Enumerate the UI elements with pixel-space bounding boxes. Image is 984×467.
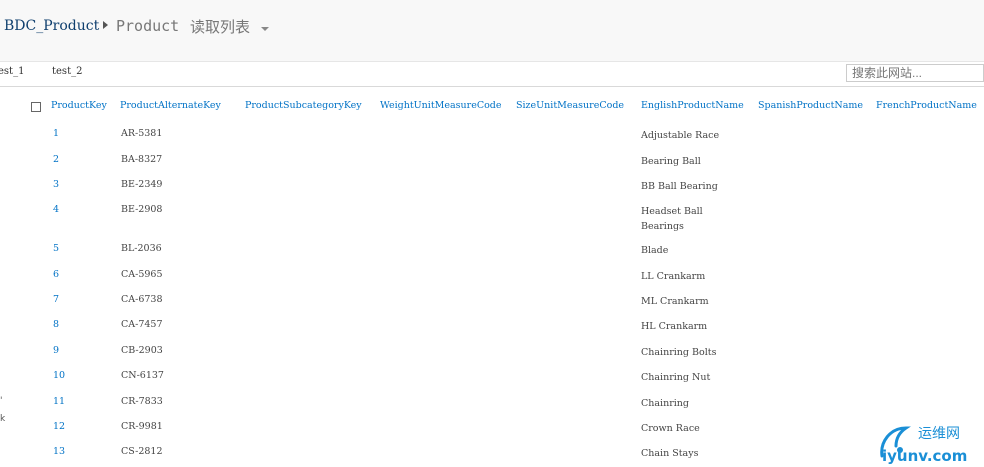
english-name: Blade (641, 245, 669, 256)
product-key-link[interactable]: 11 (53, 396, 65, 407)
select-all-checkbox[interactable] (31, 102, 41, 112)
search-input[interactable] (846, 64, 984, 82)
col-header-spanishproductname[interactable]: SpanishProductName (758, 100, 863, 111)
product-key-link[interactable]: 4 (53, 204, 59, 215)
breadcrumb-arrow-icon (103, 21, 108, 29)
product-key-link[interactable]: 12 (53, 421, 65, 432)
alternate-key: CS-2812 (121, 446, 163, 457)
alternate-key: BL-2036 (121, 243, 162, 254)
breadcrumb-view[interactable]: 读取列表 (190, 16, 250, 37)
view-dropdown-icon[interactable] (261, 27, 269, 31)
product-key-link[interactable]: 6 (53, 269, 59, 280)
breadcrumb-site[interactable]: BDC_Product (4, 18, 99, 34)
product-key-link[interactable]: 10 (53, 370, 65, 381)
col-header-sizeunitmeasurecode[interactable]: SizeUnitMeasureCode (516, 100, 624, 111)
col-header-weightunitmeasurecode[interactable]: WeightUnitMeasureCode (380, 100, 502, 111)
english-name: ML Crankarm (641, 296, 709, 307)
product-key-link[interactable]: 8 (53, 319, 59, 330)
english-name: Crown Race (641, 423, 700, 434)
top-bar: BDC_Product Product 读取列表 (0, 0, 984, 62)
product-key-link[interactable]: 2 (53, 154, 59, 165)
breadcrumb-list[interactable]: Product (116, 17, 179, 35)
english-name: Chainring Nut (641, 372, 711, 383)
english-name: Bearing Ball (641, 156, 701, 167)
watermark-logo: 运维网 iyunv.com (880, 426, 967, 464)
english-name: LL Crankarm (641, 271, 706, 282)
alternate-key: CA-6738 (121, 294, 163, 305)
english-name: Chain Stays (641, 448, 699, 459)
product-key-link[interactable]: 1 (53, 128, 59, 139)
alternate-key: CB-2903 (121, 345, 163, 356)
watermark-text-cn: 运维网 (918, 426, 960, 442)
alternate-key: CA-7457 (121, 319, 163, 330)
left-edge-mark: k (0, 414, 6, 424)
alternate-key: CN-6137 (121, 370, 164, 381)
tab-test-1[interactable]: est_1 (0, 66, 24, 77)
col-header-englishproductname[interactable]: EnglishProductName (641, 100, 744, 111)
alternate-key: CA-5965 (121, 269, 163, 280)
product-key-link[interactable]: 5 (53, 243, 59, 254)
col-header-productsubcategorykey[interactable]: ProductSubcategoryKey (245, 100, 362, 111)
left-edge-mark: ' (0, 396, 3, 406)
english-name: Chainring Bolts (641, 347, 717, 358)
alternate-key: BA-8327 (121, 154, 163, 165)
alternate-key: CR-9981 (121, 421, 163, 432)
col-header-frenchproductname[interactable]: FrenchProductName (876, 100, 977, 111)
tab-test-2[interactable]: test_2 (52, 66, 82, 77)
english-name: Adjustable Race (641, 130, 720, 141)
col-header-productalternatekey[interactable]: ProductAlternateKey (120, 100, 221, 111)
alternate-key: BE-2908 (121, 204, 163, 215)
alternate-key: CR-7833 (121, 396, 163, 407)
col-header-productkey[interactable]: ProductKey (51, 100, 107, 111)
product-key-link[interactable]: 3 (53, 179, 59, 190)
tab-bar: est_1 test_2 (0, 61, 984, 87)
english-name: BB Ball Bearing (641, 181, 718, 192)
product-key-link[interactable]: 13 (53, 446, 65, 457)
alternate-key: AR-5381 (121, 128, 163, 139)
english-name: Headset Ball Bearings (641, 206, 703, 232)
watermark-text-en: iyunv.com (882, 447, 967, 464)
product-key-link[interactable]: 9 (53, 345, 59, 356)
alternate-key: BE-2349 (121, 179, 163, 190)
english-name: HL Crankarm (641, 321, 708, 332)
english-name: Chainring (641, 398, 689, 409)
product-key-link[interactable]: 7 (53, 294, 59, 305)
